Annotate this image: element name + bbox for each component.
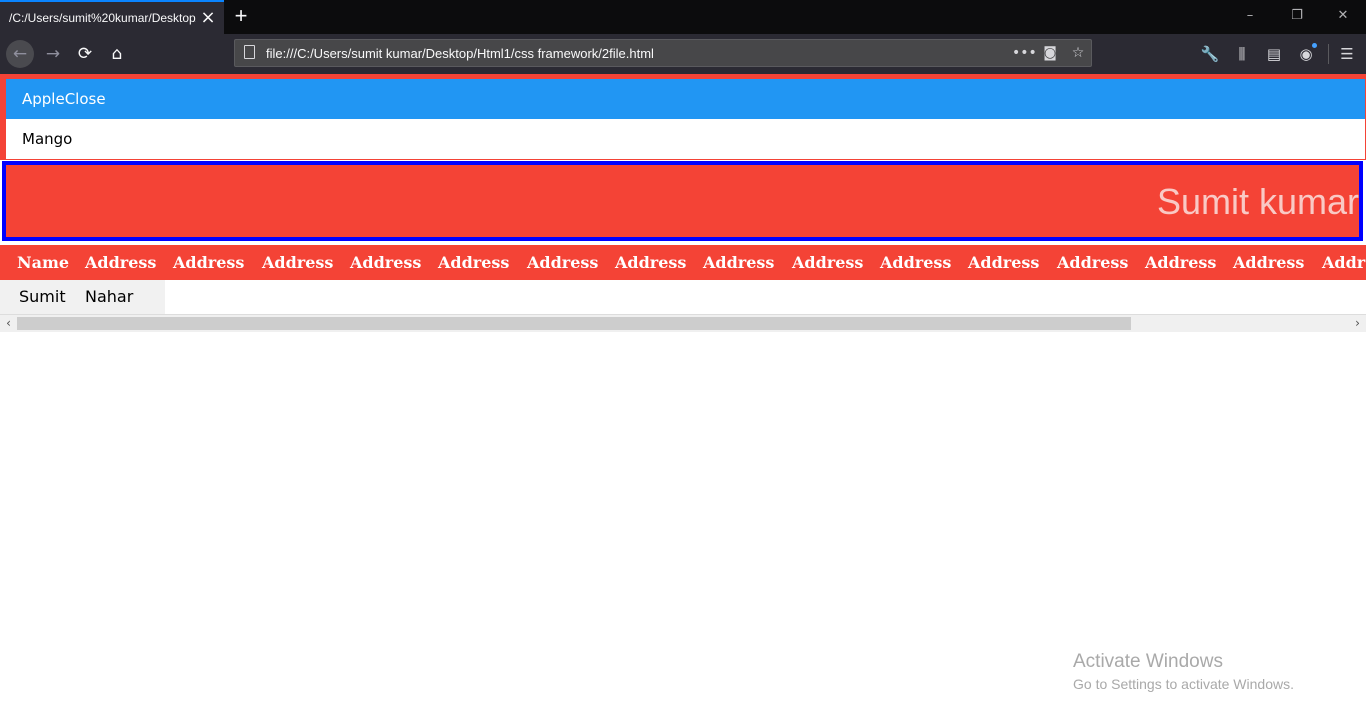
accordion-item-mango[interactable]: Mango xyxy=(6,119,1365,159)
table-header-row: Name Address Address Address Address Add… xyxy=(0,245,1366,280)
menu-icon[interactable]: ☰ xyxy=(1336,43,1358,65)
horizontal-scrollbar[interactable]: ‹ › xyxy=(0,315,1366,332)
scroll-left-icon[interactable]: ‹ xyxy=(0,315,17,332)
toolbar-divider xyxy=(1328,44,1329,64)
home-icon[interactable]: ⌂ xyxy=(103,40,131,68)
table-header-cell: Address xyxy=(85,253,157,272)
sidebar-icon[interactable]: ▤ xyxy=(1263,43,1285,65)
table-header-cell: Address xyxy=(615,253,687,272)
library-icon[interactable]: ⫼ xyxy=(1231,43,1253,65)
navigation-toolbar: ← → ⟳ ⌂ file:///C:/Users/sumit kumar/Des… xyxy=(0,34,1366,74)
window-close-icon[interactable]: ✕ xyxy=(1331,6,1355,26)
pocket-icon[interactable]: ◙ xyxy=(1040,44,1060,62)
restore-icon[interactable]: ❐ xyxy=(1285,6,1309,26)
forward-arrow-icon[interactable]: → xyxy=(39,40,67,68)
tab-strip: /C:/Users/sumit%20kumar/Desktop/Html1/cs… xyxy=(0,0,1366,34)
close-icon[interactable]: × xyxy=(199,8,217,28)
minimize-icon[interactable]: – xyxy=(1238,6,1262,26)
table-cell-address: Nahar xyxy=(85,287,134,306)
plus-icon[interactable]: + xyxy=(230,4,252,28)
table-header-cell: Address xyxy=(438,253,510,272)
active-tab[interactable]: /C:/Users/sumit%20kumar/Desktop/Html1/cs… xyxy=(0,0,224,34)
url-text[interactable]: file:///C:/Users/sumit kumar/Desktop/Htm… xyxy=(266,46,654,61)
bookmark-star-icon[interactable]: ☆ xyxy=(1068,44,1088,62)
name-banner: Sumit kumar xyxy=(2,161,1363,241)
address-bar[interactable]: file:///C:/Users/sumit kumar/Desktop/Htm… xyxy=(234,39,1092,67)
table-row: Sumit Nahar xyxy=(0,280,165,314)
scrollbar-thumb[interactable] xyxy=(17,317,1131,330)
sync-badge xyxy=(1312,43,1317,48)
more-actions-icon[interactable]: ••• xyxy=(1012,44,1037,62)
table-header-cell: Address xyxy=(1233,253,1305,272)
tab-title: /C:/Users/sumit%20kumar/Desktop/Html1/cs… xyxy=(9,11,196,25)
reload-icon[interactable]: ⟳ xyxy=(71,40,99,68)
table-header-cell: Address xyxy=(350,253,422,272)
watermark-subtitle: Go to Settings to activate Windows. xyxy=(1073,676,1294,692)
table-header-cell: Address xyxy=(792,253,864,272)
table-header-cell: Addr xyxy=(1322,253,1366,272)
table-header-cell: Address xyxy=(262,253,334,272)
banner-title: Sumit kumar xyxy=(1156,181,1359,222)
table-header-cell: Address xyxy=(880,253,952,272)
table-header-cell: Address xyxy=(527,253,599,272)
table-header-cell: Address xyxy=(173,253,245,272)
watermark-title: Activate Windows xyxy=(1073,651,1223,672)
table-header-cell: Address xyxy=(1145,253,1217,272)
back-arrow-icon[interactable]: ← xyxy=(6,40,34,68)
wrench-icon[interactable]: 🔧 xyxy=(1199,43,1221,65)
table-cell-name: Sumit xyxy=(19,287,66,306)
data-table: Name Address Address Address Address Add… xyxy=(0,243,1366,316)
accordion-item-apple[interactable]: AppleClose xyxy=(6,79,1365,119)
table-header-cell: Name xyxy=(17,253,70,272)
activation-watermark: Activate Windows Go to Settings to activ… xyxy=(1073,651,1294,695)
scroll-right-icon[interactable]: › xyxy=(1349,315,1366,332)
table-header-cell: Address xyxy=(1057,253,1129,272)
table-header-cell: Address xyxy=(968,253,1040,272)
page-icon xyxy=(244,45,255,59)
accordion: AppleClose Mango xyxy=(0,74,1366,160)
table-header-cell: Address xyxy=(703,253,775,272)
